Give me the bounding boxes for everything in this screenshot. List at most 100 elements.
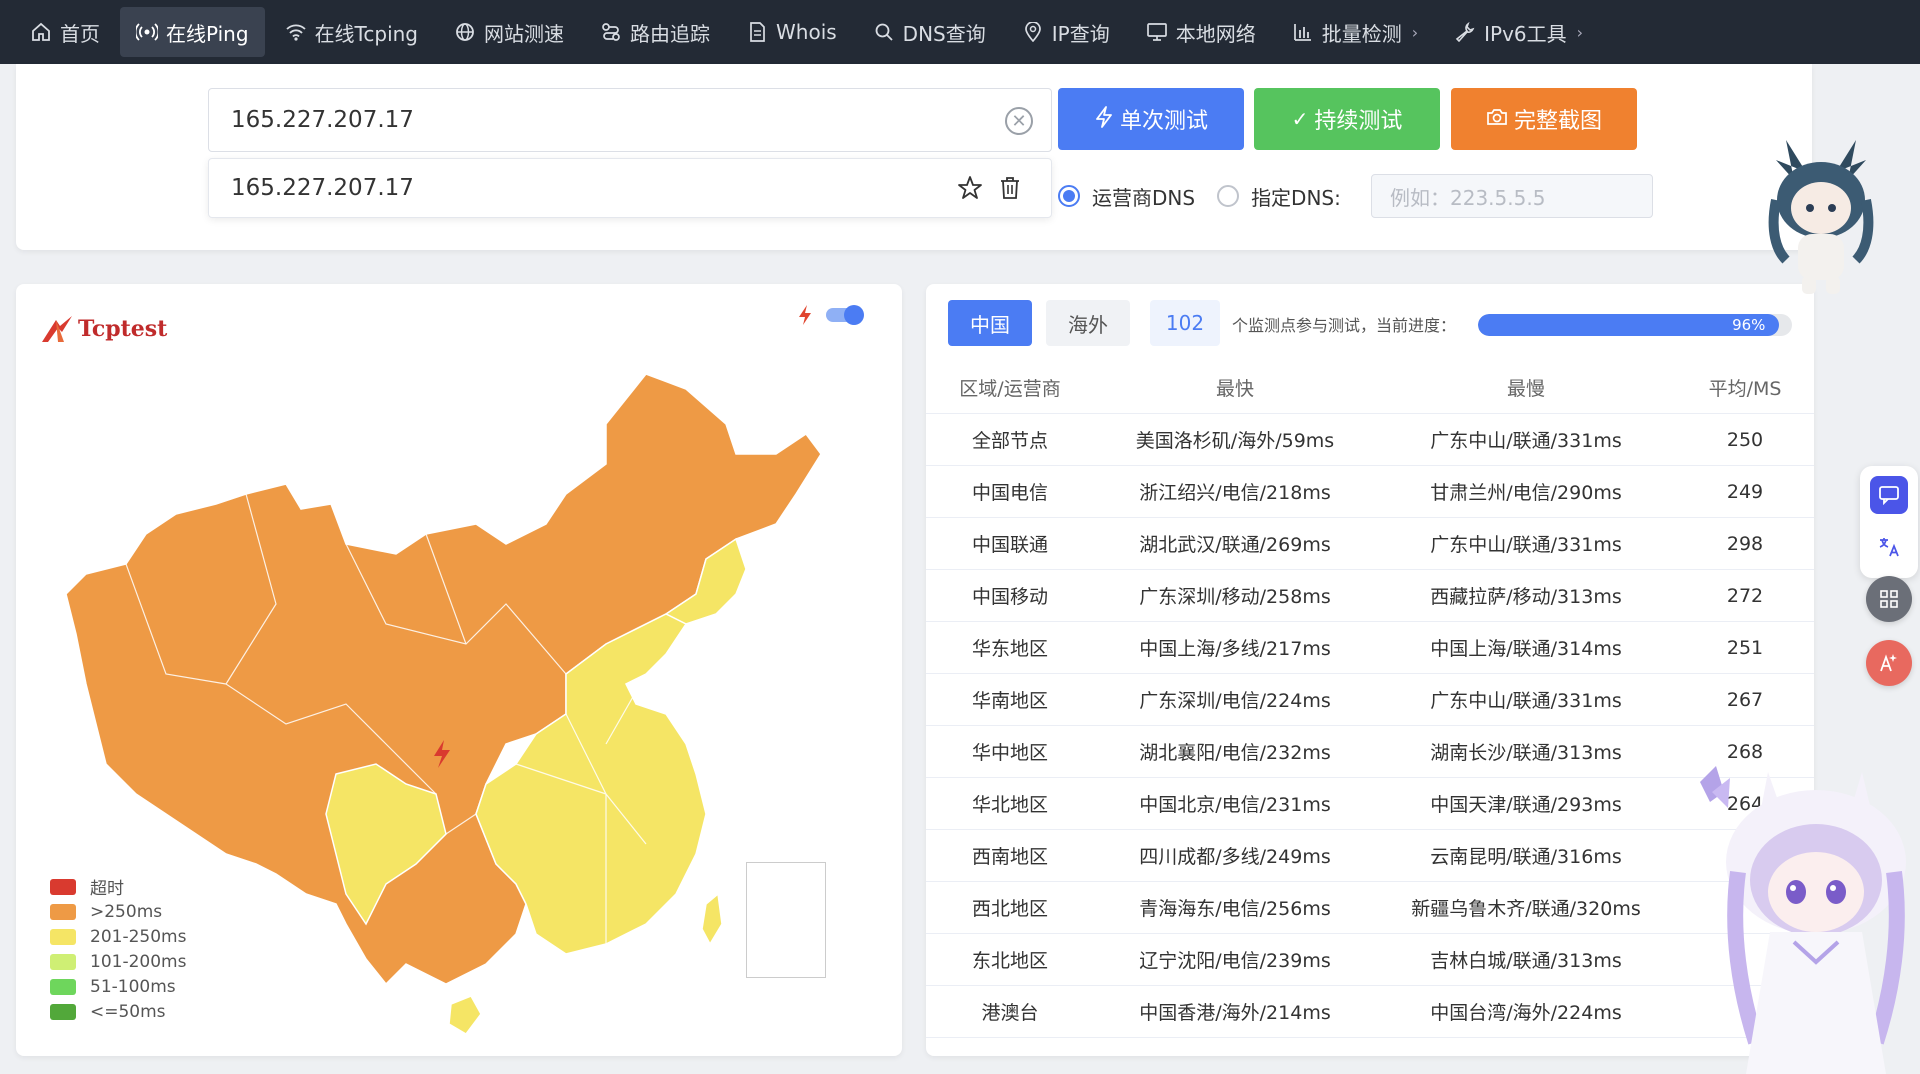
cell-region: 中国电信	[971, 482, 1048, 504]
legend-item[interactable]: 201-250ms	[50, 924, 186, 949]
live-toggle[interactable]	[826, 305, 864, 325]
search-icon	[873, 21, 895, 43]
legend-swatch	[50, 878, 76, 895]
nav-traceroute[interactable]: 路由追踪	[584, 7, 726, 57]
table-row: 华南地区 广东深圳/电信/224ms 广东中山/联通/331ms 267	[926, 674, 1814, 726]
isp-dns-radio[interactable]	[1058, 185, 1080, 207]
nav-home[interactable]: 首页	[14, 7, 116, 57]
floating-toolbar	[1860, 466, 1918, 578]
bar-chart-icon	[1292, 21, 1314, 43]
legend-label: 201-250ms	[90, 926, 187, 947]
target-input[interactable]: 165.227.207.17 ✕	[208, 88, 1052, 152]
cell-fastest: 广东深圳/电信/224ms	[1139, 690, 1331, 712]
table-body: 全部节点 美国洛杉矶/海外/59ms 广东中山/联通/331ms 250 中国电信 浙江绍…	[926, 414, 1814, 1038]
custom-dns-input[interactable]: 例如：223.5.5.5	[1371, 174, 1653, 218]
translate-icon[interactable]	[1870, 528, 1908, 566]
cell-slowest: 中国台湾/海外/224ms	[1430, 1002, 1622, 1024]
history-dropdown[interactable]: 165.227.207.17	[208, 158, 1052, 218]
dns-radio-group: 运营商DNS 指定DNS:	[1058, 174, 1363, 218]
nav-whois[interactable]: Whois	[730, 7, 853, 57]
map-legend: 超时 >250ms 201-250ms 101-200ms 51-100ms <…	[50, 874, 186, 1024]
wifi-icon	[285, 21, 307, 43]
map-region-hainan	[448, 995, 482, 1035]
isp-dns-label[interactable]: 运营商DNS	[1092, 182, 1195, 211]
lightning-icon	[1094, 105, 1114, 133]
cell-avg: 267	[1726, 688, 1764, 711]
legend-item[interactable]: >250ms	[50, 899, 186, 924]
progress-label: 96%	[1732, 316, 1766, 334]
cell-slowest: 西藏拉萨/移动/313ms	[1430, 586, 1622, 608]
cell-fastest: 四川成都/多线/249ms	[1139, 846, 1331, 868]
custom-dns-radio[interactable]	[1217, 185, 1240, 207]
cell-region: 东北地区	[971, 950, 1048, 972]
cell-slowest: 新疆乌鲁木齐/联通/320ms	[1411, 898, 1641, 920]
globe-icon	[454, 21, 476, 43]
nav-tcping[interactable]: 在线Tcping	[269, 7, 434, 57]
star-icon[interactable]	[957, 175, 983, 201]
legend-item[interactable]: 51-100ms	[50, 974, 186, 999]
table-row: 东北地区 辽宁沈阳/电信/239ms 吉林白城/联通/313ms	[926, 934, 1814, 986]
ai-translate-icon[interactable]	[1866, 640, 1912, 686]
legend-swatch	[50, 928, 76, 945]
tcptest-logo: Tcptest	[40, 314, 167, 344]
route-icon	[600, 21, 622, 43]
legend-label: 51-100ms	[90, 976, 176, 997]
single-test-button[interactable]: 单次测试	[1058, 88, 1244, 150]
cell-region: 华东地区	[971, 638, 1048, 660]
cell-slowest: 广东中山/联通/331ms	[1430, 430, 1622, 452]
table-row: 中国移动 广东深圳/移动/258ms 西藏拉萨/移动/313ms 272	[926, 570, 1814, 622]
legend-item[interactable]: 超时	[50, 874, 186, 899]
cell-avg: 251	[1726, 636, 1764, 659]
live-toggle-zone	[798, 304, 864, 326]
map-panel: Tcptest 超时 >250ms 201-250ms 101-200ms 51…	[16, 284, 902, 1056]
nav-traceroute-label: 路由追踪	[630, 21, 710, 46]
cell-fastest: 浙江绍兴/电信/218ms	[1139, 482, 1331, 504]
lightning-icon	[799, 305, 811, 325]
screenshot-button[interactable]: 完整截图	[1451, 88, 1637, 150]
cell-region: 华南地区	[971, 690, 1048, 712]
legend-label: >250ms	[90, 901, 163, 922]
nav-speedtest[interactable]: 网站测速	[438, 7, 580, 57]
table-row: 西南地区四川成都/多线/249ms云南昆明/联通/316ms2	[926, 830, 1814, 882]
cell-region: 全部节点	[971, 430, 1048, 452]
target-input-value: 165.227.207.17	[231, 107, 414, 133]
tab-overseas[interactable]: 海外	[1046, 300, 1130, 346]
clear-icon[interactable]: ✕	[1005, 107, 1033, 135]
legend-item[interactable]: <=50ms	[50, 999, 186, 1024]
table-row: 港澳台 中国香港/海外/214ms 中国台湾/海外/224ms	[926, 986, 1814, 1038]
cell-fastest: 湖北襄阳/电信/232ms	[1139, 742, 1331, 764]
legend-item[interactable]: 101-200ms	[50, 949, 186, 974]
monitor-icon	[1146, 21, 1168, 43]
legend-label: 101-200ms	[90, 951, 187, 972]
nav-ip[interactable]: IP查询	[1006, 7, 1126, 57]
nav-speedtest-label: 网站测速	[484, 21, 564, 46]
camera-icon	[1486, 107, 1508, 131]
chevron-right-icon: ›	[1411, 22, 1419, 42]
cell-region: 西北地区	[971, 898, 1048, 920]
legend-swatch	[50, 953, 76, 970]
logo-icon	[42, 316, 72, 342]
nav-batch[interactable]: 批量检测 ›	[1276, 7, 1434, 57]
custom-dns-label[interactable]: 指定DNS:	[1251, 182, 1341, 211]
nav-ping[interactable]: 在线Ping	[120, 7, 265, 57]
nav-ipv6-label: IPv6工具	[1484, 21, 1567, 46]
continuous-test-button[interactable]: ✓ 持续测试	[1254, 88, 1440, 150]
history-item-value[interactable]: 165.227.207.17	[231, 175, 414, 201]
nav-local-network[interactable]: 本地网络	[1130, 7, 1272, 57]
legend-swatch	[50, 978, 76, 995]
nav-ipv6[interactable]: IPv6工具 ›	[1438, 7, 1599, 57]
broadcast-icon	[136, 21, 158, 43]
legend-swatch	[50, 1003, 76, 1020]
cell-fastest: 湖北武汉/联通/269ms	[1139, 534, 1331, 556]
tab-china[interactable]: 中国	[948, 300, 1032, 346]
nav-dns[interactable]: DNS查询	[857, 7, 1002, 57]
chat-icon[interactable]	[1870, 476, 1908, 514]
cell-slowest: 广东中山/联通/331ms	[1430, 534, 1622, 556]
cell-avg: 250	[1726, 428, 1764, 451]
legend-label: 超时	[90, 879, 124, 899]
apps-icon[interactable]	[1866, 576, 1912, 622]
mascot-character-bottom	[1700, 766, 1906, 1074]
south-sea-inset	[746, 862, 826, 978]
search-panel: 165.227.207.17 ✕ 165.227.207.17 单次测试 ✓ 持…	[16, 64, 1812, 250]
trash-icon[interactable]	[997, 175, 1023, 201]
